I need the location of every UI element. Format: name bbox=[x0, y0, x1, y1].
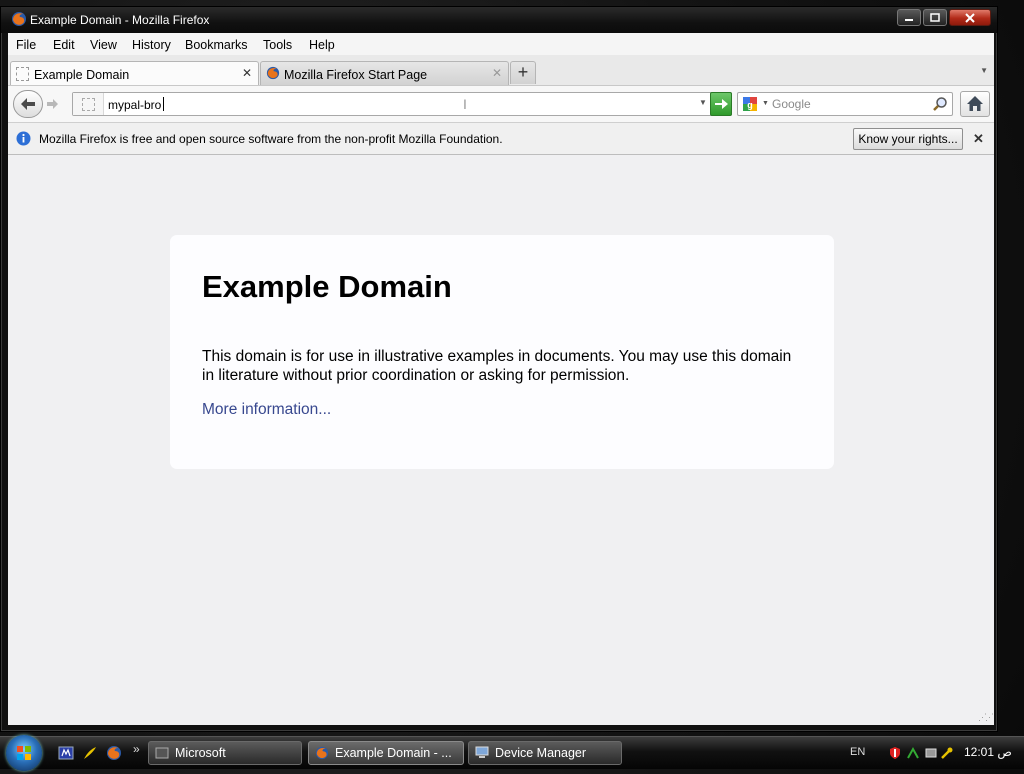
menu-edit[interactable]: Edit bbox=[53, 38, 75, 52]
go-arrow-icon bbox=[715, 99, 728, 109]
browser-client: File Edit View History Bookmarks Tools H… bbox=[8, 33, 994, 725]
tab-close-icon[interactable]: ✕ bbox=[492, 66, 502, 80]
page-description: This domain is for use in illustrative e… bbox=[202, 348, 792, 384]
search-magnifier-icon[interactable] bbox=[932, 96, 948, 115]
clock[interactable]: 12:01 ص bbox=[964, 745, 1012, 759]
windows-logo-icon bbox=[17, 746, 31, 760]
url-text[interactable]: mypal-bro bbox=[108, 98, 161, 112]
engine-dropdown-icon[interactable]: ▼ bbox=[762, 100, 769, 107]
maximize-button[interactable] bbox=[923, 9, 947, 26]
menu-view[interactable]: View bbox=[90, 38, 117, 52]
forward-button[interactable] bbox=[45, 96, 61, 112]
menu-tools[interactable]: Tools bbox=[263, 38, 292, 52]
menu-history[interactable]: History bbox=[132, 38, 171, 52]
home-icon bbox=[967, 96, 983, 111]
tab-strip: Example Domain ✕ Mozilla Firefox Start P… bbox=[8, 55, 994, 86]
notification-message: Mozilla Firefox is free and open source … bbox=[39, 132, 503, 146]
firefox-icon bbox=[315, 746, 329, 763]
back-button[interactable] bbox=[13, 90, 43, 118]
tool-icon[interactable] bbox=[940, 746, 954, 763]
tab-example-domain[interactable]: Example Domain ✕ bbox=[10, 61, 259, 86]
blank-page-icon bbox=[16, 67, 29, 81]
menu-bar: File Edit View History Bookmarks Tools H… bbox=[8, 33, 994, 55]
text-caret bbox=[163, 97, 164, 111]
taskbar-item-example-domain[interactable]: Example Domain - ... bbox=[308, 741, 464, 765]
window-title: Example Domain - Mozilla Firefox bbox=[30, 13, 210, 27]
svg-text:g: g bbox=[747, 100, 753, 110]
forward-arrow-icon bbox=[47, 99, 58, 109]
url-history-dropdown-icon[interactable]: ▼ bbox=[699, 98, 707, 107]
search-bar[interactable]: g ▼ bbox=[737, 92, 953, 116]
device-icon[interactable] bbox=[924, 746, 938, 763]
firefox-icon bbox=[266, 66, 280, 83]
home-button[interactable] bbox=[960, 91, 990, 117]
taskbar: » Microsoft Example Domain - ... Device … bbox=[0, 735, 1024, 771]
search-input[interactable] bbox=[772, 96, 922, 112]
page-heading: Example Domain bbox=[202, 269, 452, 304]
computer-icon bbox=[475, 746, 489, 763]
back-arrow-icon bbox=[21, 98, 35, 110]
start-button[interactable] bbox=[6, 735, 42, 771]
quicklaunch-overflow-icon[interactable]: » bbox=[133, 742, 140, 756]
menu-bookmarks[interactable]: Bookmarks bbox=[185, 38, 248, 52]
tab-label: Example Domain bbox=[34, 68, 130, 82]
go-button[interactable] bbox=[710, 92, 732, 116]
menu-help[interactable]: Help bbox=[309, 38, 335, 52]
ibeam-cursor-icon: I bbox=[463, 96, 467, 112]
firefox-icon bbox=[11, 11, 27, 30]
site-identity-button[interactable] bbox=[73, 93, 104, 115]
page-content: Example Domain This domain is for use in… bbox=[8, 155, 994, 725]
tab-list-dropdown-icon[interactable]: ▼ bbox=[980, 66, 988, 75]
notification-bar: Mozilla Firefox is free and open source … bbox=[8, 123, 994, 155]
security-shield-icon[interactable] bbox=[888, 746, 902, 763]
taskbar-item-label: Microsoft bbox=[175, 746, 226, 760]
address-bar[interactable]: mypal-bro I ▼ bbox=[72, 92, 732, 116]
know-your-rights-button[interactable]: Know your rights... bbox=[853, 128, 963, 150]
taskbar-item-device-manager[interactable]: Device Manager bbox=[468, 741, 622, 765]
window-app-icon bbox=[155, 746, 169, 763]
quicklaunch-firefox-icon[interactable] bbox=[106, 745, 122, 764]
system-tray: EN 12:01 ص bbox=[840, 737, 1024, 769]
quicklaunch-app-icon[interactable] bbox=[58, 745, 74, 764]
close-window-button[interactable] bbox=[949, 9, 991, 26]
blank-page-icon bbox=[82, 98, 95, 111]
quicklaunch-pen-icon[interactable] bbox=[82, 745, 98, 764]
taskbar-item-label: Device Manager bbox=[495, 746, 587, 760]
google-engine-icon[interactable]: g bbox=[742, 96, 758, 115]
tab-label: Mozilla Firefox Start Page bbox=[284, 68, 428, 82]
network-icon[interactable] bbox=[906, 746, 920, 763]
browser-window: Example Domain - Mozilla Firefox File Ed… bbox=[0, 6, 998, 732]
more-information-link[interactable]: More information... bbox=[202, 401, 331, 419]
title-bar[interactable]: Example Domain - Mozilla Firefox bbox=[1, 7, 997, 33]
notification-close-icon[interactable]: ✕ bbox=[973, 131, 984, 147]
language-indicator[interactable]: EN bbox=[850, 746, 865, 758]
taskbar-item-microsoft[interactable]: Microsoft bbox=[148, 741, 302, 765]
resize-grip-icon[interactable]: ⋰⋰ bbox=[978, 712, 994, 723]
new-tab-button[interactable]: + bbox=[510, 61, 536, 84]
tab-firefox-start-page[interactable]: Mozilla Firefox Start Page ✕ bbox=[260, 61, 509, 85]
navigation-toolbar: mypal-bro I ▼ g ▼ bbox=[8, 85, 994, 123]
taskbar-item-label: Example Domain - ... bbox=[335, 746, 452, 760]
content-card: Example Domain This domain is for use in… bbox=[170, 235, 834, 469]
tab-close-icon[interactable]: ✕ bbox=[242, 66, 252, 80]
info-icon bbox=[16, 131, 31, 149]
menu-file[interactable]: File bbox=[16, 38, 36, 52]
minimize-button[interactable] bbox=[897, 9, 921, 26]
